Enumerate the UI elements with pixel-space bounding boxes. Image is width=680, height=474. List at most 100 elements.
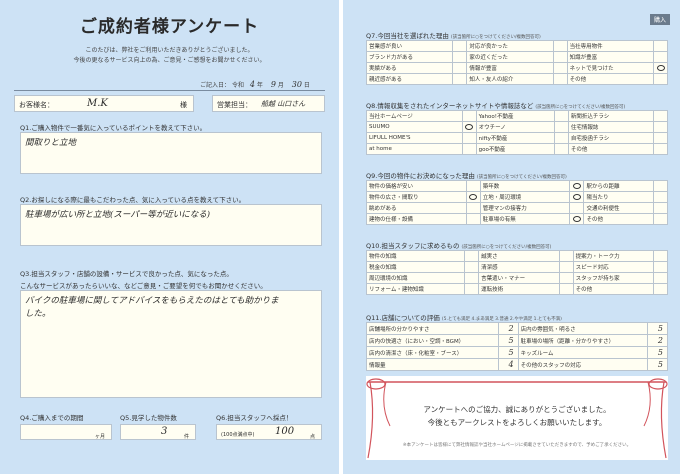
option-checkbox[interactable] xyxy=(465,180,481,192)
option-checkbox[interactable] xyxy=(653,202,668,214)
option-row: 親近感がある 知人・友人の紹介 その他 xyxy=(365,73,668,85)
q3-sub-label: こんなサービスがあったらいいな、などご意見・ご要望を何でもお聞かせください。 xyxy=(20,282,267,290)
option-checkbox[interactable] xyxy=(653,180,668,192)
option-checkbox[interactable] xyxy=(461,110,477,122)
option-checkbox[interactable] xyxy=(653,283,668,295)
option-checkbox[interactable] xyxy=(569,213,585,225)
option-checkbox[interactable] xyxy=(452,40,468,52)
q1-label: Q1.ご購入物件で一番気に入っているポイントを教えて下さい。 xyxy=(20,124,207,132)
option-checkbox[interactable] xyxy=(461,143,477,155)
date-month[interactable]: 9 xyxy=(271,80,276,89)
q4-period-field[interactable]: ヶ月 xyxy=(20,424,112,440)
option-checkbox[interactable] xyxy=(461,132,477,144)
option-checkbox[interactable] xyxy=(653,143,668,155)
option-checkbox[interactable] xyxy=(465,213,481,225)
purchase-tag: 購入 xyxy=(649,14,670,25)
rating-label: 情報量 xyxy=(366,358,499,371)
rating-score[interactable]: 5 xyxy=(647,358,668,371)
q3-answer-line: バイクの駐車場に関してアドバイスをもらえたのはとても助かりま xyxy=(25,296,279,306)
option-row: 物件の広さ・間取り 立地・周辺環境 陽当たり xyxy=(366,191,668,203)
sales-staff-label: 営業担当： xyxy=(217,101,252,109)
thanks-note: ※本アンケートは皆様にて弊社情報誌や当社ホームページに掲載させていただきますので… xyxy=(402,443,632,448)
intro-line: このたびは、弊社をご利用いただきありがとうございました。 xyxy=(85,47,254,54)
option-label: ネットで見つけた xyxy=(566,62,655,74)
option-checkbox[interactable] xyxy=(569,202,585,214)
option-checkbox[interactable] xyxy=(553,121,569,133)
rating-score[interactable]: 5 xyxy=(497,334,519,347)
option-checkbox[interactable] xyxy=(558,272,574,284)
option-checkbox[interactable] xyxy=(464,250,480,262)
option-checkbox[interactable] xyxy=(552,40,568,52)
customer-name-suffix: 様 xyxy=(180,101,187,109)
date-day-unit: 日 xyxy=(303,82,310,89)
customer-name-field[interactable]: お客様名： M.K 様 xyxy=(14,95,194,112)
rating-score[interactable]: 2 xyxy=(647,334,668,347)
rating-label: 店内の快適さ（におい・空調・BGM） xyxy=(366,334,499,347)
option-checkbox[interactable] xyxy=(653,73,668,85)
q3-answer-field[interactable]: バイクの駐車場に関してアドバイスをもらえたのはとても助かりま した。 xyxy=(20,290,322,398)
option-label: 実績がある xyxy=(365,62,454,74)
option-checkbox[interactable] xyxy=(553,143,569,155)
customer-name-value: M.K xyxy=(87,98,108,109)
rating-row: 情報量 4 その他のスタッフの対応 5 xyxy=(366,358,668,371)
option-checkbox[interactable] xyxy=(569,191,585,203)
q1-answer-field[interactable]: 間取りと立地 xyxy=(20,132,322,174)
option-checkbox[interactable] xyxy=(558,261,574,273)
option-checkbox[interactable] xyxy=(653,261,668,273)
option-label: 陽当たり xyxy=(583,191,654,203)
option-checkbox[interactable] xyxy=(558,283,574,295)
option-checkbox[interactable] xyxy=(653,110,668,122)
option-checkbox[interactable] xyxy=(653,272,668,284)
option-checkbox[interactable] xyxy=(653,191,668,203)
rating-score[interactable]: 5 xyxy=(497,346,519,359)
option-checkbox[interactable] xyxy=(552,62,568,74)
option-checkbox[interactable] xyxy=(452,51,468,63)
rating-score[interactable]: 4 xyxy=(497,358,519,371)
option-label: goo不動産 xyxy=(475,143,555,155)
option-checkbox[interactable] xyxy=(465,191,481,203)
q5-viewings-field[interactable]: 3 件 xyxy=(120,424,196,440)
option-label: 知識が豊富 xyxy=(566,51,655,63)
option-checkbox[interactable] xyxy=(464,272,480,284)
date-day[interactable]: 30 xyxy=(292,80,302,89)
option-checkbox[interactable] xyxy=(452,73,468,85)
option-checkbox[interactable] xyxy=(653,250,668,262)
option-label: スタッフが持ち家 xyxy=(572,272,655,284)
rating-score[interactable]: 5 xyxy=(647,346,668,359)
q2-answer-field[interactable]: 駐車場が広い所と立地(スーパー等が近いになる) xyxy=(20,204,322,246)
option-checkbox[interactable] xyxy=(569,180,585,192)
option-checkbox[interactable] xyxy=(653,213,668,225)
q10-title: Q10.担当スタッフに求めるもの (該当箇所に○をつけてください/複数回答可) xyxy=(366,240,551,250)
option-checkbox[interactable] xyxy=(653,51,668,63)
q6-unit: 点 xyxy=(309,434,315,440)
option-checkbox[interactable] xyxy=(465,202,481,214)
option-label: 周辺環境の知識 xyxy=(365,272,466,284)
option-checkbox[interactable] xyxy=(653,132,668,144)
option-checkbox[interactable] xyxy=(653,121,668,133)
option-checkbox[interactable] xyxy=(653,40,668,52)
option-checkbox[interactable] xyxy=(552,73,568,85)
option-checkbox[interactable] xyxy=(558,250,574,262)
header-divider xyxy=(14,90,325,91)
q11-rating-table: 店舗場所の分かりやすさ 2 店内の雰囲気・明るさ 5 店内の快適さ（におい・空調・BGM… xyxy=(366,322,668,371)
option-checkbox[interactable] xyxy=(553,132,569,144)
option-checkbox[interactable] xyxy=(552,51,568,63)
q6-score-field[interactable]: (100点満点中) 100 点 xyxy=(216,424,322,440)
option-checkbox[interactable] xyxy=(553,110,569,122)
q5-unit: 件 xyxy=(183,434,189,440)
option-checkbox[interactable] xyxy=(653,62,668,74)
option-checkbox[interactable] xyxy=(461,121,477,133)
q6-sub: (100点満点中) xyxy=(221,432,255,438)
rating-label: 店内の清潔さ（床・化粧室・ブース） xyxy=(366,346,499,359)
option-checkbox[interactable] xyxy=(452,62,468,74)
sales-staff-field[interactable]: 営業担当： 船越 山口さん xyxy=(212,95,325,112)
option-label: 家の近くだった xyxy=(466,51,554,63)
option-checkbox[interactable] xyxy=(464,261,480,273)
q4-label: Q4.ご購入までの期間 xyxy=(20,414,84,422)
rating-score[interactable]: 2 xyxy=(497,322,519,335)
rating-score[interactable]: 5 xyxy=(647,322,668,335)
option-checkbox[interactable] xyxy=(464,283,480,295)
date-year[interactable]: 4 xyxy=(250,80,255,89)
option-row: 建物の仕様・設備 駐車場の有無 その他 xyxy=(366,213,668,225)
rating-row: 店舗場所の分かりやすさ 2 店内の雰囲気・明るさ 5 xyxy=(366,322,668,335)
